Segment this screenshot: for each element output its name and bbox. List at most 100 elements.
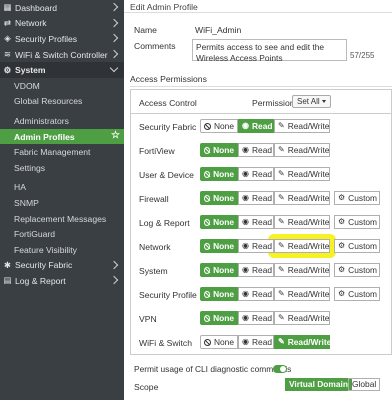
permission-custom-label: Custom: [348, 289, 378, 299]
permission-read-label: Read: [251, 337, 273, 347]
sidebar-item-settings[interactable]: Settings: [0, 160, 124, 176]
pencil-icon: ✎: [278, 193, 285, 202]
sidebar-item-label: Feature Visibility: [14, 244, 77, 255]
sidebar-item-label: Administrators: [14, 115, 69, 126]
permission-row: FortiView None ◉ Read ✎ Read/Write: [131, 138, 391, 162]
sidebar-item-fabric-management[interactable]: Fabric Management: [0, 144, 124, 160]
eye-icon: ◉: [242, 145, 249, 154]
sidebar-item-vdom[interactable]: VDOM: [0, 78, 124, 94]
permission-readwrite-label: Read/Write: [287, 337, 332, 347]
permission-readwrite-button[interactable]: ✎ Read/Write: [274, 287, 330, 301]
permission-read-label: Read: [251, 193, 273, 203]
permission-none-button[interactable]: None: [200, 215, 238, 229]
sidebar-item-replacement-messages[interactable]: Replacement Messages: [0, 211, 124, 227]
permission-readwrite-label: Read/Write: [287, 145, 330, 155]
permission-custom-button[interactable]: ⚙ Custom: [334, 191, 380, 205]
permission-read-button[interactable]: ◉ Read: [238, 335, 274, 349]
permission-none-button[interactable]: None: [200, 143, 238, 157]
edit-admin-profile-panel: Edit Admin Profile Name WiFi_Admin Comme…: [124, 0, 392, 400]
cli-toggle[interactable]: [273, 365, 287, 373]
permission-custom-button[interactable]: ⚙ Custom: [334, 287, 380, 301]
gear-icon: ⚙: [3, 64, 12, 75]
permission-readwrite-button[interactable]: ✎ Read/Write: [274, 335, 332, 349]
sidebar-item-administrators[interactable]: Administrators: [0, 113, 124, 129]
permission-none-label: None: [213, 289, 234, 299]
permission-read-button[interactable]: ◉ Read: [238, 263, 274, 277]
sidebar-item-label: Log & Report: [15, 275, 66, 286]
permission-read-button[interactable]: ◉ Read: [238, 215, 274, 229]
sidebar-item-system[interactable]: ⚙ System: [0, 62, 124, 78]
permission-none-button[interactable]: None: [200, 239, 238, 253]
permission-readwrite-button[interactable]: ✎ Read/Write: [274, 191, 330, 205]
permission-row-label: Log & Report: [139, 218, 190, 228]
permission-readwrite-button[interactable]: ✎ Read/Write: [274, 263, 330, 277]
permission-row: User & Device None ◉ Read ✎ Read/Write: [131, 162, 391, 186]
sidebar-item-security-profiles[interactable]: ◈ Security Profiles: [0, 31, 124, 47]
sidebar-item-dashboard[interactable]: ▦ Dashboard: [0, 0, 124, 16]
sidebar-item-security-fabric[interactable]: ✱ Security Fabric: [0, 258, 124, 274]
pencil-icon: ✎: [278, 169, 285, 178]
sidebar-item-fortiguard[interactable]: FortiGuard: [0, 226, 124, 242]
permission-readwrite-label: Read/Write: [287, 313, 330, 323]
permission-custom-button[interactable]: ⚙ Custom: [334, 215, 380, 229]
sidebar-item-log-report[interactable]: ▤ Log & Report: [0, 273, 124, 289]
eye-icon: ◉: [242, 265, 249, 274]
permission-none-button[interactable]: None: [200, 167, 238, 181]
permission-custom-label: Custom: [348, 265, 378, 275]
permission-readwrite-button[interactable]: ✎ Read/Write: [274, 167, 330, 181]
permission-none-label: None: [213, 313, 234, 323]
eye-icon: ◉: [242, 217, 249, 226]
permission-read-button[interactable]: ◉ Read: [238, 239, 274, 253]
permission-none-button[interactable]: None: [200, 287, 238, 301]
permission-readwrite-label: Read/Write: [287, 169, 330, 179]
permission-custom-button[interactable]: ⚙ Custom: [334, 239, 380, 253]
sidebar-item-admin-profiles[interactable]: Admin Profiles ☆: [0, 128, 124, 145]
sidebar-item-label: Admin Profiles: [14, 131, 75, 142]
name-label: Name: [134, 25, 157, 35]
favorite-star-icon[interactable]: ☆: [111, 130, 120, 141]
permission-none-label: None: [213, 337, 234, 347]
permission-read-button[interactable]: ◉ Read: [238, 311, 274, 325]
permission-readwrite-label: Read/Write: [287, 289, 330, 299]
permission-read-button[interactable]: ◉ Read: [238, 143, 274, 157]
sidebar-item-global-resources[interactable]: Global Resources: [0, 94, 124, 110]
sidebar-item-label: Network: [15, 18, 47, 29]
permission-read-button[interactable]: ◉ Read: [238, 191, 274, 205]
permission-row-label: VPN: [139, 314, 157, 324]
permission-readwrite-button[interactable]: ✎ Read/Write: [274, 215, 330, 229]
permission-none-button[interactable]: None: [200, 191, 238, 205]
permission-custom-button[interactable]: ⚙ Custom: [334, 263, 380, 277]
permission-read-button[interactable]: ◉ Read: [238, 287, 274, 301]
permission-readwrite-button[interactable]: ✎ Read/Write: [274, 311, 330, 325]
network-icon: ⇄: [3, 17, 12, 28]
set-all-label: Set All: [297, 97, 320, 106]
pencil-icon: ✎: [278, 241, 285, 250]
permission-read-label: Read: [251, 265, 273, 275]
permission-read-label: Read: [251, 169, 273, 179]
permission-readwrite-button[interactable]: ✎ Read/Write: [274, 239, 330, 253]
sidebar-item-ha[interactable]: HA: [0, 180, 124, 196]
name-value[interactable]: WiFi_Admin: [195, 25, 241, 35]
permission-readwrite-button[interactable]: ✎ Read/Write: [274, 119, 330, 133]
permission-none-button[interactable]: None: [200, 263, 238, 277]
permission-none-label: None: [213, 193, 234, 203]
permission-none-button[interactable]: None: [200, 311, 238, 325]
eye-icon: ◉: [242, 289, 249, 298]
set-all-dropdown[interactable]: Set All: [292, 95, 331, 108]
permission-read-button[interactable]: ◉ Read: [238, 119, 274, 133]
comments-textarea[interactable]: Permits access to see and edit the Wirel…: [192, 39, 347, 63]
permission-readwrite-button[interactable]: ✎ Read/Write: [274, 143, 330, 157]
permission-none-label: None: [213, 169, 234, 179]
ban-icon: [204, 146, 211, 154]
scope-global-button[interactable]: Global: [348, 378, 381, 391]
permission-row-label: FortiView: [139, 146, 175, 156]
sidebar-item-snmp[interactable]: SNMP: [0, 195, 124, 211]
sidebar-item-feature-visibility[interactable]: Feature Visibility: [0, 242, 124, 258]
sidebar-item-network[interactable]: ⇄ Network: [0, 16, 124, 32]
permission-none-button[interactable]: None: [200, 335, 238, 349]
shield-icon: ◈: [4, 33, 11, 44]
sidebar-item-wifi-switch-controller[interactable]: ≋ WiFi & Switch Controller: [0, 47, 124, 63]
permission-none-button[interactable]: None: [200, 119, 238, 133]
scope-virtual-domain-button[interactable]: Virtual Domain: [285, 378, 352, 391]
permission-read-button[interactable]: ◉ Read: [238, 167, 274, 181]
